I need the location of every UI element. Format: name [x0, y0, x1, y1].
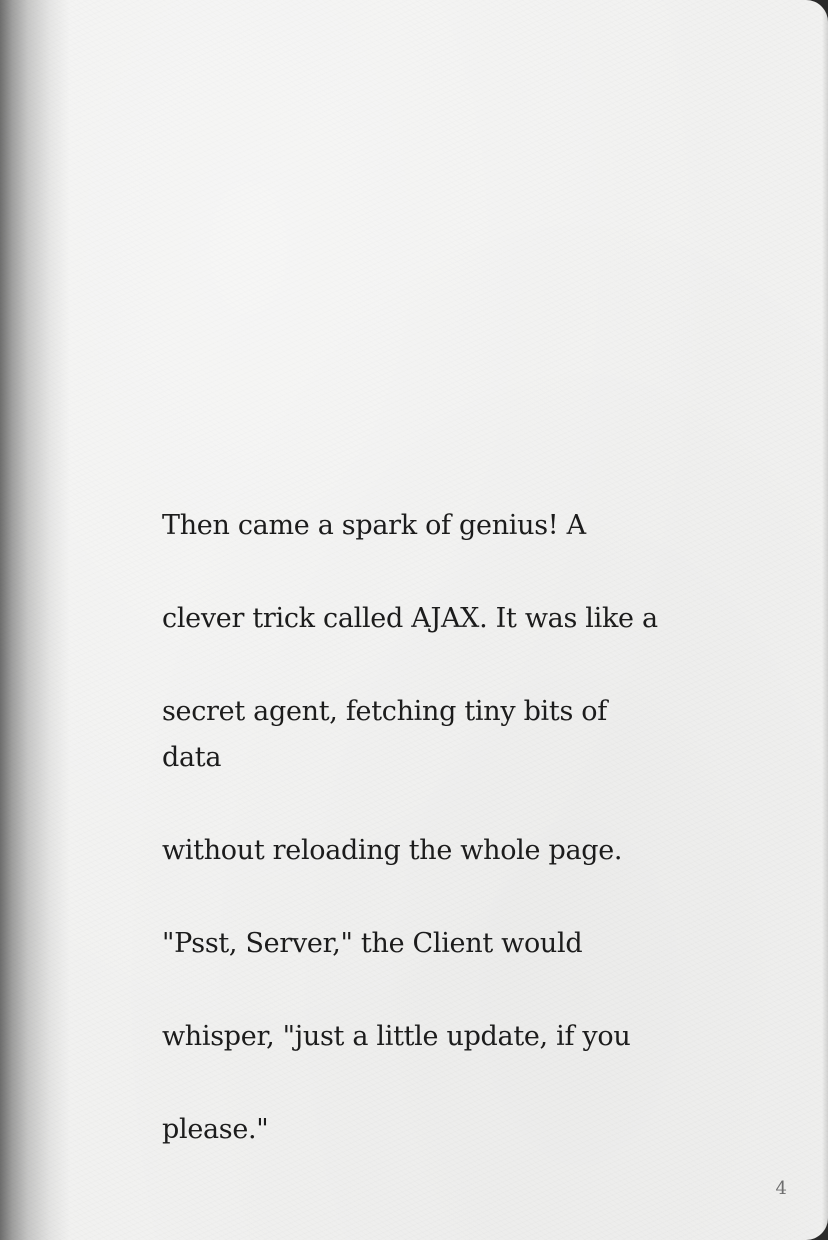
book-page: Then came a spark of genius! A clever tr… [0, 0, 828, 1240]
story-text: Then came a spark of genius! A clever tr… [162, 456, 672, 1200]
story-line: Then came a spark of genius! A [162, 509, 586, 541]
story-line: please." [162, 1114, 269, 1145]
story-line: "Psst, Server," the Client would [162, 928, 583, 959]
story-line: without reloading the whole page. [162, 835, 623, 866]
spine-shadow [0, 0, 70, 1240]
story-line: clever trick called AJAX. It was like a [162, 602, 658, 634]
page-edge [822, 0, 828, 1240]
story-line: whisper, "just a little update, if you [162, 1021, 631, 1052]
story-line: secret agent, fetching tiny bits of data [162, 695, 607, 774]
page-number: 4 [775, 1178, 787, 1199]
